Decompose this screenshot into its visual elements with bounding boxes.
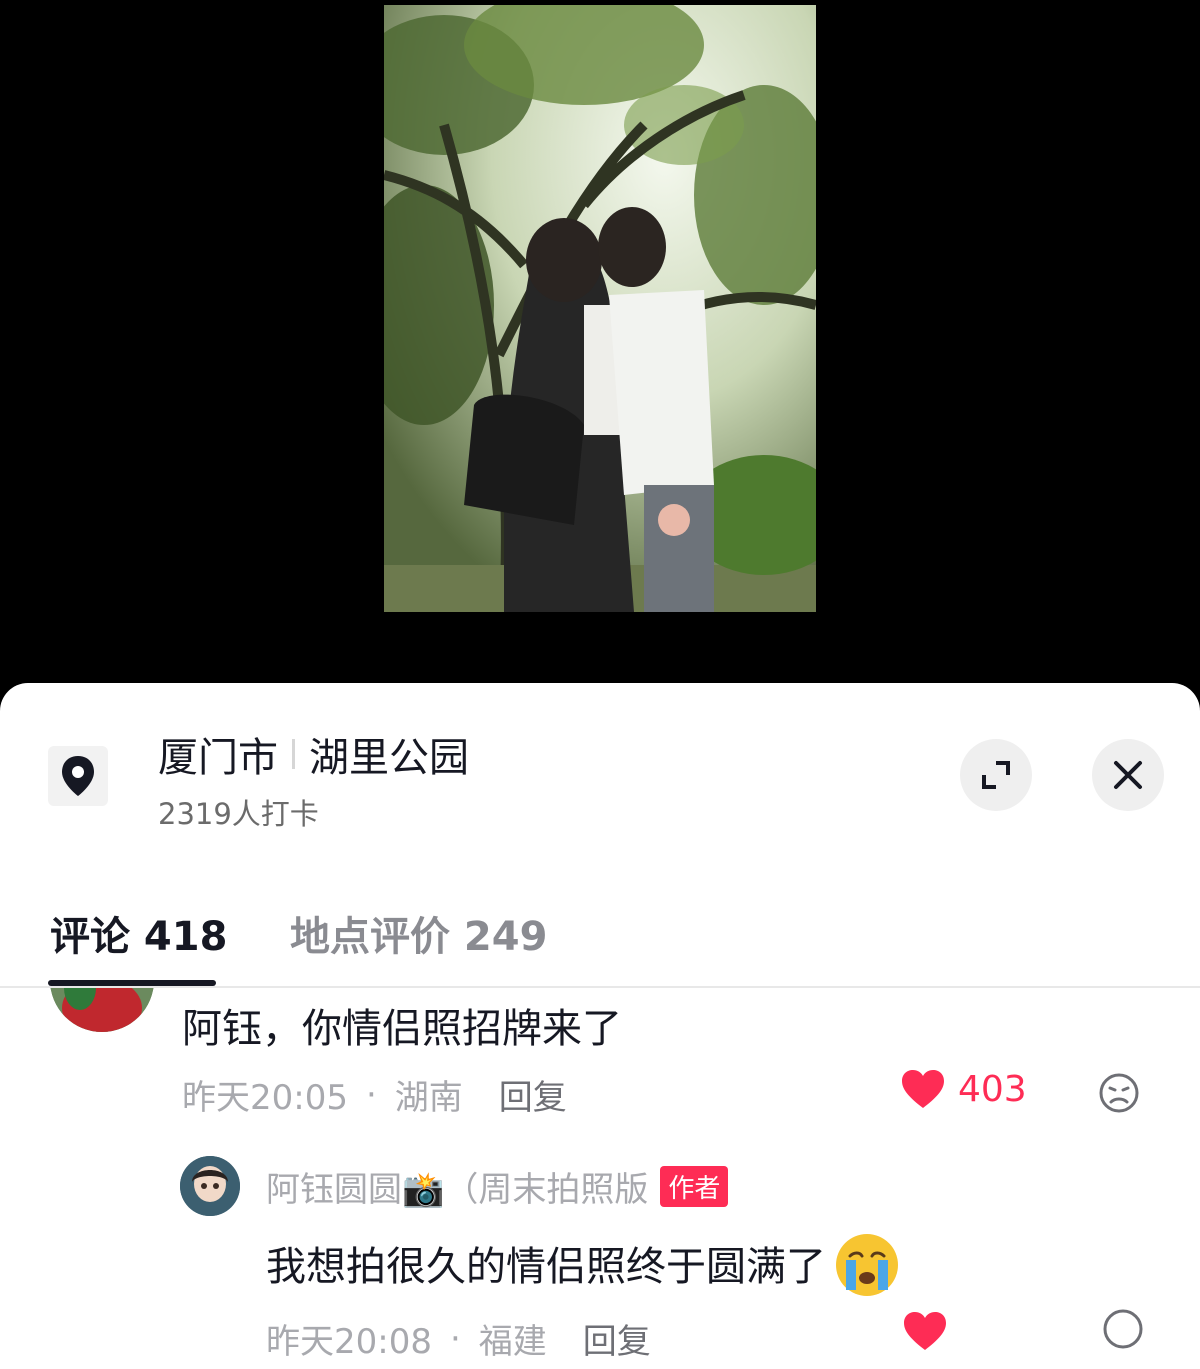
checkin-count: 2319人打卡 xyxy=(158,797,319,831)
author-badge: 作者 xyxy=(660,1166,729,1207)
like-button[interactable] xyxy=(902,1310,948,1352)
dislike-face-icon[interactable] xyxy=(1098,1072,1140,1114)
like-count: 403 xyxy=(958,1068,1027,1110)
comment-time: 昨天20:05 xyxy=(182,1078,348,1118)
heart-icon xyxy=(902,1070,944,1108)
comment-text: 阿钰，你情侣照招牌来了 xyxy=(182,1006,622,1052)
reply-button[interactable]: 回复 xyxy=(583,1314,651,1363)
active-tab-indicator xyxy=(48,980,216,986)
avatar[interactable] xyxy=(50,988,154,1032)
like-button[interactable]: 403 xyxy=(900,1068,1027,1110)
location-place: 湖里公园 xyxy=(309,735,469,781)
heart-icon xyxy=(904,1312,946,1350)
close-button[interactable] xyxy=(1092,739,1164,811)
tab-comments[interactable]: 评论 418 xyxy=(50,904,227,962)
photo-viewer[interactable] xyxy=(0,0,1200,700)
comment-time: 昨天20:08 xyxy=(266,1322,432,1362)
post-photo[interactable] xyxy=(384,5,816,612)
reply-button[interactable]: 回复 xyxy=(499,1070,567,1119)
location-title[interactable]: 厦门市 湖里公园 xyxy=(158,725,469,783)
author-name[interactable]: 阿钰圆圆📸（周末拍照版 作者 xyxy=(266,1162,729,1211)
comment-list[interactable]: 阿钰，你情侣照招牌来了 昨天20:05 · 湖南 回复 403 阿钰圆圆📸（周末… xyxy=(0,988,1200,1369)
comment-region: 福建 xyxy=(478,1322,547,1362)
tab-reviews[interactable]: 地点评价 249 xyxy=(290,904,547,962)
title-divider xyxy=(292,739,295,769)
location-header: 厦门市 湖里公园 2319人打卡 xyxy=(0,683,1200,843)
dislike-face-icon[interactable] xyxy=(1102,1308,1144,1350)
comment-region: 湖南 xyxy=(394,1078,463,1118)
location-city: 厦门市 xyxy=(158,735,278,781)
crying-emoji-icon xyxy=(836,1234,898,1296)
meta-separator: · xyxy=(365,1074,377,1115)
comment-meta: 昨天20:05 · 湖南 回复 xyxy=(182,1070,567,1119)
author-avatar[interactable] xyxy=(180,1156,240,1216)
location-pin-icon xyxy=(48,746,108,806)
tab-bar: 评论 418 地点评价 249 xyxy=(0,888,1200,988)
meta-separator: · xyxy=(449,1318,461,1359)
comment-meta: 昨天20:08 · 福建 回复 xyxy=(266,1314,651,1363)
close-icon xyxy=(1114,761,1142,789)
expand-button[interactable] xyxy=(960,739,1032,811)
author-name-text: 阿钰圆圆📸（周末拍照版 xyxy=(266,1170,649,1210)
comment-text-body: 我想拍很久的情侣照终于圆满了 xyxy=(266,1244,826,1290)
location-sheet: 厦门市 湖里公园 2319人打卡 评论 418 地点评价 249 阿钰，你情侣照… xyxy=(0,683,1200,1369)
expand-icon xyxy=(982,761,1010,789)
comment-text: 我想拍很久的情侣照终于圆满了 xyxy=(266,1228,902,1298)
